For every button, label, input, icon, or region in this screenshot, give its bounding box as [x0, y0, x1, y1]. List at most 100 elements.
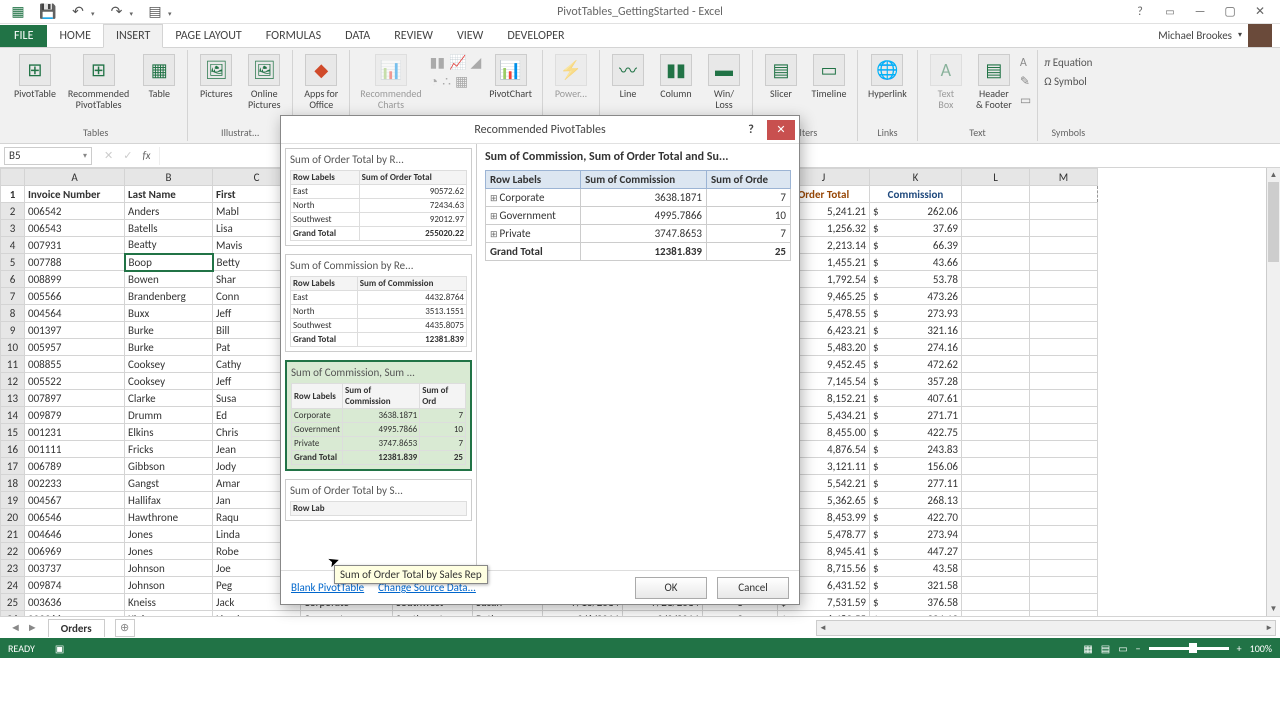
col-header[interactable]: K [870, 169, 962, 186]
cell[interactable]: Johnson [125, 577, 213, 594]
wordart-icon[interactable]: A [1020, 56, 1031, 70]
cell[interactable]: Hawthrone [125, 509, 213, 526]
cell[interactable] [1030, 526, 1098, 543]
row-header[interactable]: 11 [1, 356, 25, 373]
account-avatar[interactable] [1248, 23, 1272, 47]
cell[interactable] [962, 373, 1030, 390]
cell[interactable]: 006542 [25, 203, 125, 220]
redo-icon[interactable]: ↷ [109, 4, 125, 20]
pictures-button[interactable]: 🖼Pictures [194, 52, 238, 101]
cell[interactable]: Gangst [125, 475, 213, 492]
cell[interactable] [1030, 594, 1098, 611]
object-icon[interactable]: ▭ [1020, 93, 1031, 108]
view-break-icon[interactable]: ▭ [1118, 642, 1127, 655]
cell[interactable]: $376.58 [870, 594, 962, 611]
add-sheet-button[interactable]: ⊕ [115, 619, 135, 637]
row-header[interactable]: 13 [1, 390, 25, 407]
cell[interactable]: 007897 [25, 390, 125, 407]
cell[interactable] [962, 509, 1030, 526]
fx-icon[interactable]: fx [142, 149, 150, 162]
expand-icon[interactable]: ⊞ [490, 229, 498, 240]
cell[interactable]: Commission [870, 186, 962, 203]
cell[interactable]: 006789 [25, 458, 125, 475]
cell[interactable]: Cooksey [125, 373, 213, 390]
tab-review[interactable]: REVIEW [382, 25, 445, 47]
cell[interactable]: Invoice Number [25, 186, 125, 203]
recommended-pivottables-button[interactable]: ⊞Recommended PivotTables [64, 52, 133, 112]
minimize-icon[interactable]: — [1186, 2, 1214, 22]
cell[interactable] [1030, 424, 1098, 441]
tab-home[interactable]: HOME [47, 25, 103, 47]
cell[interactable]: Cooksey [125, 356, 213, 373]
cell[interactable]: Beatty [125, 237, 213, 254]
name-box[interactable]: B5▾ [4, 147, 92, 165]
cell[interactable]: Buxx [125, 305, 213, 322]
tab-formulas[interactable]: FORMULAS [254, 25, 333, 47]
cell[interactable]: Jones [125, 543, 213, 560]
cell[interactable]: Lloyd [213, 611, 301, 617]
cell[interactable] [1030, 305, 1098, 322]
zoom-level[interactable]: 100% [1250, 642, 1272, 655]
chart-bar-icon[interactable]: ▮▮ [430, 54, 445, 71]
cell[interactable]: Fricks [125, 441, 213, 458]
cell[interactable]: Johnson [125, 560, 213, 577]
cell[interactable] [1030, 509, 1098, 526]
row-header[interactable]: 15 [1, 424, 25, 441]
cell[interactable]: $271.71 [870, 407, 962, 424]
cell[interactable]: Anders [125, 203, 213, 220]
cell[interactable]: $268.13 [870, 492, 962, 509]
row-header[interactable]: 23 [1, 560, 25, 577]
cell[interactable]: 009879 [25, 407, 125, 424]
row-header[interactable]: 19 [1, 492, 25, 509]
timeline-button[interactable]: ▭Timeline [807, 52, 851, 101]
cell[interactable]: Brandenberg [125, 288, 213, 305]
hyperlink-button[interactable]: 🌐Hyperlink [864, 52, 911, 101]
row-header[interactable]: 9 [1, 322, 25, 339]
cell[interactable] [962, 356, 1030, 373]
dialog-thumbnails[interactable]: Sum of Order Total by R... Row LabelsSum… [281, 144, 477, 570]
sheet-nav-prev[interactable]: ◄ [10, 621, 21, 634]
cell[interactable] [1030, 339, 1098, 356]
cell[interactable]: 005957 [25, 339, 125, 356]
cell[interactable]: 004646 [25, 526, 125, 543]
header-footer-button[interactable]: ▤Header & Footer [972, 52, 1016, 112]
cell[interactable]: $66.39 [870, 237, 962, 254]
cell[interactable]: $43.58 [870, 560, 962, 577]
cell[interactable] [1030, 611, 1098, 617]
cell[interactable] [1030, 254, 1098, 271]
cell[interactable]: 009966 [25, 611, 125, 617]
cell[interactable]: $43.66 [870, 254, 962, 271]
cell[interactable]: 006546 [25, 509, 125, 526]
cell[interactable] [962, 254, 1030, 271]
pivot-thumb-3[interactable]: Sum of Commission, Sum ... Row LabelsSum… [285, 360, 472, 471]
select-all[interactable] [1, 169, 25, 186]
cell[interactable] [1030, 356, 1098, 373]
pivotchart-button[interactable]: 📊PivotChart [485, 52, 536, 101]
cell[interactable] [962, 492, 1030, 509]
row-header[interactable]: 26 [1, 611, 25, 617]
row-header[interactable]: 21 [1, 526, 25, 543]
cell[interactable] [1030, 407, 1098, 424]
cell[interactable] [962, 407, 1030, 424]
sigline-icon[interactable]: ✎ [1020, 74, 1031, 89]
cell[interactable] [1030, 322, 1098, 339]
save-icon[interactable]: 💾 [40, 4, 56, 20]
row-header[interactable]: 14 [1, 407, 25, 424]
cell[interactable]: $357.28 [870, 373, 962, 390]
cell[interactable] [1030, 458, 1098, 475]
recommended-charts-button[interactable]: 📊Recommended Charts [356, 52, 425, 112]
cell[interactable]: $447.27 [870, 543, 962, 560]
cell[interactable]: $407.61 [870, 390, 962, 407]
cell[interactable]: Bowen [125, 271, 213, 288]
maximize-icon[interactable]: ▢ [1216, 2, 1244, 22]
cell[interactable] [1030, 492, 1098, 509]
cell[interactable] [962, 305, 1030, 322]
row-header[interactable]: 7 [1, 288, 25, 305]
view-layout-icon[interactable]: ▤ [1101, 642, 1110, 655]
qat-custom-icon[interactable]: ▤ [147, 4, 163, 20]
cell[interactable] [962, 339, 1030, 356]
apps-button[interactable]: ◆Apps for Office [299, 52, 343, 112]
cell[interactable]: $324.13 [870, 611, 962, 617]
cell[interactable] [1030, 288, 1098, 305]
cell[interactable]: $273.94 [870, 526, 962, 543]
